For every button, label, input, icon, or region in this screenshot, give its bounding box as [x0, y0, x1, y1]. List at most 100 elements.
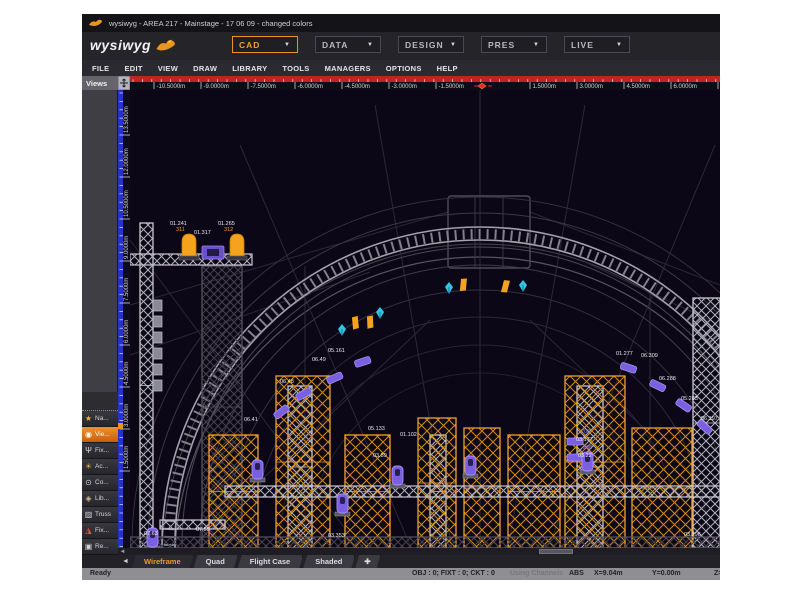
fixture-label: 03.296	[684, 532, 701, 538]
status-x-coord: X=9.04m	[594, 570, 623, 577]
fixture-label: 06.197	[701, 416, 718, 422]
menu-file[interactable]: FILE	[92, 64, 109, 73]
status-z-coord: Z=	[714, 570, 720, 577]
cad-canvas[interactable]: 01.24131101.31701.26531206.4106.4806.490…	[130, 90, 720, 548]
app-icon	[88, 18, 104, 28]
svg-text:3.0000m: 3.0000m	[580, 84, 603, 90]
vertical-ruler[interactable]: 13.5000m 12.0000m 10.5000m 9.0000m 7.5000m 6.…	[118, 90, 130, 548]
fixture-lbox[interactable]	[153, 316, 162, 327]
mode-tab-cad[interactable]: CAD▼	[232, 36, 298, 53]
truss-icon: ▨	[84, 510, 93, 519]
horizontal-ruler[interactable]: -10.5000m-9.0000m-7.5000m-6.0000m-4.5000…	[130, 76, 720, 90]
view-tab-quad[interactable]: Quad	[194, 555, 238, 568]
fixture-label: 01.317	[194, 230, 211, 236]
fixture-label: 07.59	[196, 527, 210, 533]
svg-text:1.5000m: 1.5000m	[124, 446, 130, 469]
scrollbar-track[interactable]	[127, 549, 720, 554]
sidebar-tool-tabs: ★Na...◉Vie...ΨFix...☀Ac...⊙Co...◈Lib...▨…	[82, 410, 118, 555]
mode-tab-data[interactable]: DATA▼	[315, 36, 381, 53]
menu-library[interactable]: LIBRARY	[232, 64, 267, 73]
svg-text:10.5000m: 10.5000m	[124, 190, 130, 217]
fixture-label: 06.49	[312, 357, 326, 363]
fixture-label: 06.288	[659, 376, 676, 382]
people-icon: ◮	[84, 526, 93, 535]
scrollbar-thumb[interactable]	[539, 549, 573, 554]
view-tab-flight-case[interactable]: Flight Case	[238, 555, 303, 568]
svg-text:9.0000m: 9.0000m	[124, 236, 130, 259]
sidebar-tool-truss[interactable]: ▨Truss	[82, 507, 118, 523]
fixture-phead[interactable]	[463, 456, 478, 478]
views-panel[interactable]	[82, 90, 118, 392]
svg-text:13.5000m: 13.5000m	[124, 106, 130, 133]
view-tab-shaded[interactable]: Shaded	[303, 555, 355, 568]
fixture-phead[interactable]	[250, 460, 265, 482]
sidebar-tool-star[interactable]: ★Na...	[82, 411, 118, 427]
sidebar-tool-library[interactable]: ◈Lib...	[82, 491, 118, 507]
console-icon: ⊙	[84, 478, 93, 487]
sidebar-tool-view[interactable]: ◉Vie...	[82, 427, 118, 443]
star-icon: ★	[84, 414, 93, 423]
fixture-lbox[interactable]	[153, 300, 162, 311]
tab-scroll-left-icon[interactable]: ◄	[82, 555, 132, 568]
status-ready: Ready	[90, 570, 111, 577]
svg-text:3.0000m: 3.0000m	[124, 404, 130, 427]
menu-view[interactable]: VIEW	[158, 64, 178, 73]
fixture-pbox[interactable]	[202, 246, 224, 259]
fixture-label: 206	[581, 429, 590, 435]
menu-tools[interactable]: TOOLS	[282, 64, 309, 73]
view-tab-wireframe[interactable]: Wireframe	[132, 555, 194, 568]
scroll-left-icon[interactable]: ◄	[118, 549, 127, 555]
menu-managers[interactable]: MANAGERS	[325, 64, 371, 73]
fixture-phead[interactable]	[335, 494, 350, 516]
view-tab-bar: ◄ WireframeQuadFlight CaseShaded✚	[82, 555, 720, 568]
status-coord-mode[interactable]: ABS	[569, 570, 584, 577]
menu-edit[interactable]: EDIT	[124, 64, 142, 73]
horizontal-scrollbar[interactable]: ◄	[118, 548, 720, 555]
svg-text:-9.0000m: -9.0000m	[204, 84, 229, 90]
menu-draw[interactable]: DRAW	[193, 64, 217, 73]
fixture-label: 06.309	[641, 353, 658, 359]
views-panel-header[interactable]: Views	[82, 76, 118, 90]
cad-viewport[interactable]: -10.5000m-9.0000m-7.5000m-6.0000m-4.5000…	[118, 76, 720, 548]
view-icon: ◉	[84, 430, 93, 439]
menu-help[interactable]: HELP	[437, 64, 458, 73]
wysiwyg-app-window: wysiwyg - AREA 217 - Mainstage - 17 06 0…	[82, 14, 720, 580]
sidebar-tool-accessory[interactable]: ☀Ac...	[82, 459, 118, 475]
mode-tab-pres[interactable]: PRES▼	[481, 36, 547, 53]
svg-text:6.0000m: 6.0000m	[674, 84, 697, 90]
fixture-label: 05.283	[681, 396, 698, 402]
svg-text:12.0000m: 12.0000m	[124, 148, 130, 175]
menu-options[interactable]: OPTIONS	[386, 64, 422, 73]
chevron-down-icon: ▼	[533, 42, 540, 48]
accessory-icon: ☀	[84, 462, 93, 471]
svg-text:7.5000m: 7.5000m	[124, 278, 130, 301]
sidebar-tool-people[interactable]: ◮Fix...	[82, 523, 118, 539]
menu-bar: FILE EDIT VIEW DRAW LIBRARY TOOLS MANAGERS OPTI…	[82, 60, 720, 76]
logo-bird-icon	[155, 38, 177, 52]
add-view-tab-button[interactable]: ✚	[355, 555, 380, 568]
fixture-phead[interactable]	[390, 466, 405, 488]
status-y-coord: Y=0.00m	[652, 570, 681, 577]
svg-text:-10.5000m: -10.5000m	[157, 84, 186, 90]
sidebar-tool-fixture[interactable]: ΨFix...	[82, 443, 118, 459]
fixture-lbox[interactable]	[153, 332, 162, 343]
svg-text:-7.5000m: -7.5000m	[251, 84, 276, 90]
sidebar-tool-console[interactable]: ⊙Co...	[82, 475, 118, 491]
sidebar-tool-image[interactable]: ▣Re...	[82, 539, 118, 555]
svg-text:4.5000m: 4.5000m	[124, 362, 130, 385]
fixture-label: 07.63	[144, 531, 158, 537]
fixture-lbox[interactable]	[153, 364, 162, 375]
mode-tab-live[interactable]: LIVE▼	[564, 36, 630, 53]
fixture-label: 06.41	[244, 417, 258, 423]
mode-tab-design[interactable]: DESIGN▼	[398, 36, 464, 53]
fixture-label: 03.22	[578, 453, 592, 459]
ruler-corner-button[interactable]	[118, 76, 130, 90]
svg-text:4.5000m: 4.5000m	[627, 84, 650, 90]
fixture-lbox[interactable]	[153, 380, 162, 391]
fixture-label: 01.102	[400, 432, 417, 438]
fixture-lbox[interactable]	[153, 348, 162, 359]
svg-text:6.0000m: 6.0000m	[124, 320, 130, 343]
fixture-label: 208	[583, 445, 592, 451]
fixture-label: 01.277	[616, 351, 633, 357]
chevron-down-icon: ▼	[616, 42, 623, 48]
